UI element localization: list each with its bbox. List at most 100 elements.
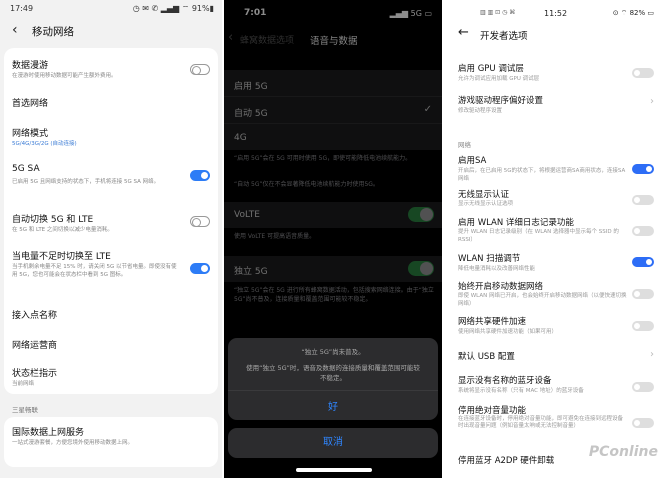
row-default-usb-config[interactable]: 默认 USB 配置 › bbox=[444, 348, 664, 366]
row-subtitle: 一站式漫游套餐，方便您境外使用移动数据上网。 bbox=[12, 440, 134, 446]
row-network-operator[interactable]: 网络运营商 bbox=[4, 336, 218, 356]
row-subtitle: 降低电量消耗以及改善网络性能 bbox=[458, 266, 536, 272]
section-header-network: 网络 bbox=[458, 141, 471, 149]
row-5g-sa[interactable]: 5G SA 已启用 5G 且网络支持的状态下，手机将连接 5G SA 网络。 bbox=[4, 162, 218, 190]
wlan-logging-toggle[interactable] bbox=[632, 226, 654, 236]
auto-switch-toggle[interactable] bbox=[190, 216, 210, 227]
gpu-debug-toggle[interactable] bbox=[632, 68, 654, 78]
ok-button[interactable]: 好 bbox=[228, 398, 438, 413]
row-title: 自动切换 5G 和 LTE bbox=[12, 215, 94, 225]
wlan-scan-toggle[interactable] bbox=[632, 257, 654, 267]
row-subtitle: 系统将显示没有名称（只有 MAC 地址）的蓝牙设备 bbox=[458, 388, 584, 394]
row-subtitle: 在连接蓝牙设备时，停用绝对音量功能，即可避免在连接到远程设备时出现音量问题（例如… bbox=[458, 416, 624, 429]
row-mobile-data-always-on[interactable]: 始终开启移动数据网络 即使 WLAN 网络已开启，也会始终开启移动数据网络（以便… bbox=[444, 278, 664, 308]
status-time: 11:52 bbox=[544, 9, 568, 18]
intl-card: 国际数据上网服务 一站式漫游套餐，方便您境外使用移动数据上网。 bbox=[4, 417, 218, 467]
row-auto-switch-5g-lte[interactable]: 自动切换 5G 和 LTE 在 5G 和 LTE 之间切换以减少电量消耗。 bbox=[4, 210, 218, 238]
row-subtitle: 开启后，在已启用 5G的状态下，将根据运营商SA商用状态，连接SA网络 bbox=[458, 168, 626, 182]
row-title: 首选网络 bbox=[12, 99, 49, 109]
row-game-driver[interactable]: 游戏驱动程序偏好设置 修改驱动程序设置 › bbox=[444, 92, 664, 118]
row-intl-data[interactable]: 国际数据上网服务 一站式漫游套餐，方便您境外使用移动数据上网。 bbox=[4, 423, 218, 459]
row-wireless-display-cert[interactable]: 无线显示认证 显示无线显示认证选项 bbox=[444, 186, 664, 208]
row-wlan-scan-throttle[interactable]: WLAN 扫描调节 降低电量消耗以及改善网络性能 bbox=[444, 251, 664, 273]
row-low-battery-lte[interactable]: 当电量不足时切换至 LTE 当手机剩余电量不足 15% 时，请关闭 5G 以节省… bbox=[4, 247, 218, 291]
row-apn[interactable]: 接入点名称 bbox=[4, 306, 218, 326]
row-subtitle: 5G/4G/3G/2G (自动连接) bbox=[12, 141, 77, 147]
row-title: 启用 GPU 调试层 bbox=[458, 64, 524, 74]
row-title: 网络模式 bbox=[12, 129, 49, 139]
row-subtitle: 当前网络 bbox=[12, 381, 35, 387]
status-bar: ▥ ▥ ⊡ ◷ ⌘ 11:52 ⊙ ⌔ 82% ▭ bbox=[444, 0, 664, 18]
row-subtitle: 提升 WLAN 日志记录级别（在 WLAN 选择器中显示每个 SSID 的 RS… bbox=[458, 229, 619, 243]
row-title: 默认 USB 配置 bbox=[458, 352, 515, 362]
row-data-roaming[interactable]: 数据漫游 在漫游时使用移动数据可能产生额外费用。 bbox=[4, 56, 218, 86]
header: ← 开发者选项 bbox=[444, 25, 664, 46]
row-gpu-debug-layers[interactable]: 启用 GPU 调试层 允许为调试应用加载 GPU 调试层 bbox=[444, 60, 664, 86]
status-notification-icons: ▥ ▥ ⊡ ◷ ⌘ bbox=[480, 9, 516, 16]
row-title: 网络共享硬件加速 bbox=[458, 317, 527, 327]
watermark-logo: PConline bbox=[588, 444, 658, 460]
developer-options-screen: ▥ ▥ ⊡ ◷ ⌘ 11:52 ⊙ ⌔ 82% ▭ ← 开发者选项 启用 GPU… bbox=[444, 0, 664, 478]
row-title: WLAN 扫描调节 bbox=[458, 254, 521, 264]
cancel-button[interactable]: 取消 bbox=[228, 428, 438, 458]
row-subtitle: 当手机剩余电量不足 15% 时，请关闭 5G 以节省电量。即使没有使用 5G，您… bbox=[12, 264, 177, 278]
5g-sa-toggle[interactable] bbox=[190, 170, 210, 181]
row-subtitle: 显示无线显示认证选项 bbox=[458, 201, 514, 207]
unnamed-bt-toggle[interactable] bbox=[632, 382, 654, 392]
home-indicator[interactable] bbox=[296, 468, 372, 472]
status-indicators: ◷ ✉ ✆ ▂▄▆ ⌔ 91%▮ bbox=[132, 4, 214, 13]
header: ‹ 移动网络 bbox=[0, 20, 222, 42]
row-tethering-hw-accel[interactable]: 网络共享硬件加速 使用网络共享硬件加速功能（如果可用） bbox=[444, 314, 664, 336]
section-header: 三星畅联 bbox=[12, 406, 38, 414]
row-title: 数据漫游 bbox=[12, 61, 49, 71]
row-subtitle: 允许为调试应用加载 GPU 调试层 bbox=[458, 76, 540, 82]
chevron-right-icon: › bbox=[650, 96, 654, 107]
row-title: 停用绝对音量功能 bbox=[458, 406, 527, 416]
row-status-bar-indicator[interactable]: 状态栏指示 当前网络 bbox=[4, 364, 218, 392]
ios-voice-data-screen: 7:01 ▂▄▆ 5G ▭ ‹ 蜂窝数据选项 语音与数据 启用 5G 自动 5G… bbox=[224, 0, 442, 478]
back-arrow-icon[interactable]: ← bbox=[458, 25, 469, 40]
row-subtitle: 已启用 5G 且网络支持的状态下，手机将连接 5G SA 网络。 bbox=[12, 179, 160, 185]
row-wlan-verbose-logging[interactable]: 启用 WLAN 详细日志记录功能 提升 WLAN 日志记录级别（在 WLAN 选… bbox=[444, 214, 664, 244]
chevron-right-icon: › bbox=[650, 349, 654, 360]
row-subtitle: 即使 WLAN 网络已开启，也会始终开启移动数据网络（以便快速切换网络） bbox=[458, 293, 627, 307]
status-time: 17:49 bbox=[10, 4, 34, 13]
row-title: 国际数据上网服务 bbox=[12, 428, 85, 438]
row-title: 游戏驱动程序偏好设置 bbox=[458, 96, 544, 106]
row-title: 网络运营商 bbox=[12, 341, 58, 351]
row-title: 显示没有名称的蓝牙设备 bbox=[458, 376, 552, 386]
action-sheet: “独立 5G”尚未普及。 使用“独立 5G”时，语音及数据的连接质量和覆盖范围可… bbox=[228, 338, 438, 420]
row-enable-sa[interactable]: 启用SA 开启后，在已启用 5G的状态下，将根据运营商SA商用状态，连接SA网络 bbox=[444, 152, 664, 184]
wireless-display-toggle[interactable] bbox=[632, 195, 654, 205]
divider bbox=[228, 390, 438, 391]
sheet-message: 使用“独立 5G”时，语音及数据的连接质量和覆盖范围可能较不稳定。 bbox=[246, 364, 420, 382]
row-show-unnamed-bt[interactable]: 显示没有名称的蓝牙设备 系统将显示没有名称（只有 MAC 地址）的蓝牙设备 bbox=[444, 372, 664, 398]
enable-sa-toggle[interactable] bbox=[632, 164, 654, 174]
row-title: 停用蓝牙 A2DP 硬件卸载 bbox=[458, 456, 555, 466]
low-battery-lte-toggle[interactable] bbox=[190, 263, 210, 274]
absolute-volume-toggle[interactable] bbox=[632, 418, 654, 428]
row-subtitle: 在漫游时使用移动数据可能产生额外费用。 bbox=[12, 73, 117, 79]
row-disable-absolute-volume[interactable]: 停用绝对音量功能 在连接蓝牙设备时，停用绝对音量功能，即可避免在连接到远程设备时… bbox=[444, 402, 664, 438]
row-subtitle: 使用网络共享硬件加速功能（如果可用） bbox=[458, 329, 558, 335]
back-icon[interactable]: ‹ bbox=[12, 22, 18, 38]
row-preferred-network[interactable]: 首选网络 bbox=[4, 94, 218, 114]
row-title: 5G SA bbox=[12, 164, 40, 174]
page-title: 移动网络 bbox=[32, 26, 74, 38]
mobile-data-toggle[interactable] bbox=[632, 289, 654, 299]
tethering-toggle[interactable] bbox=[632, 321, 654, 331]
samsung-mobile-network-screen: 17:49 ◷ ✉ ✆ ▂▄▆ ⌔ 91%▮ ‹ 移动网络 数据漫游 在漫游时使… bbox=[0, 0, 222, 478]
row-network-mode[interactable]: 网络模式 5G/4G/3G/2G (自动连接) bbox=[4, 124, 218, 152]
data-roaming-toggle[interactable] bbox=[190, 64, 210, 75]
row-subtitle: 修改驱动程序设置 bbox=[458, 108, 503, 114]
status-bar: 17:49 ◷ ✉ ✆ ▂▄▆ ⌔ 91%▮ bbox=[0, 0, 222, 18]
row-title: 状态栏指示 bbox=[12, 369, 58, 379]
row-title: 启用SA bbox=[458, 156, 487, 166]
page-title: 开发者选项 bbox=[480, 31, 528, 42]
row-subtitle: 在 5G 和 LTE 之间切换以减少电量消耗。 bbox=[12, 227, 113, 233]
row-title: 接入点名称 bbox=[12, 311, 58, 321]
sheet-title: “独立 5G”尚未普及。 bbox=[301, 348, 365, 356]
status-indicators: ⊙ ⌔ 82% ▭ bbox=[612, 9, 654, 17]
settings-card: 数据漫游 在漫游时使用移动数据可能产生额外费用。 首选网络 网络模式 5G/4G… bbox=[4, 48, 218, 394]
row-title: 当电量不足时切换至 LTE bbox=[12, 252, 111, 262]
